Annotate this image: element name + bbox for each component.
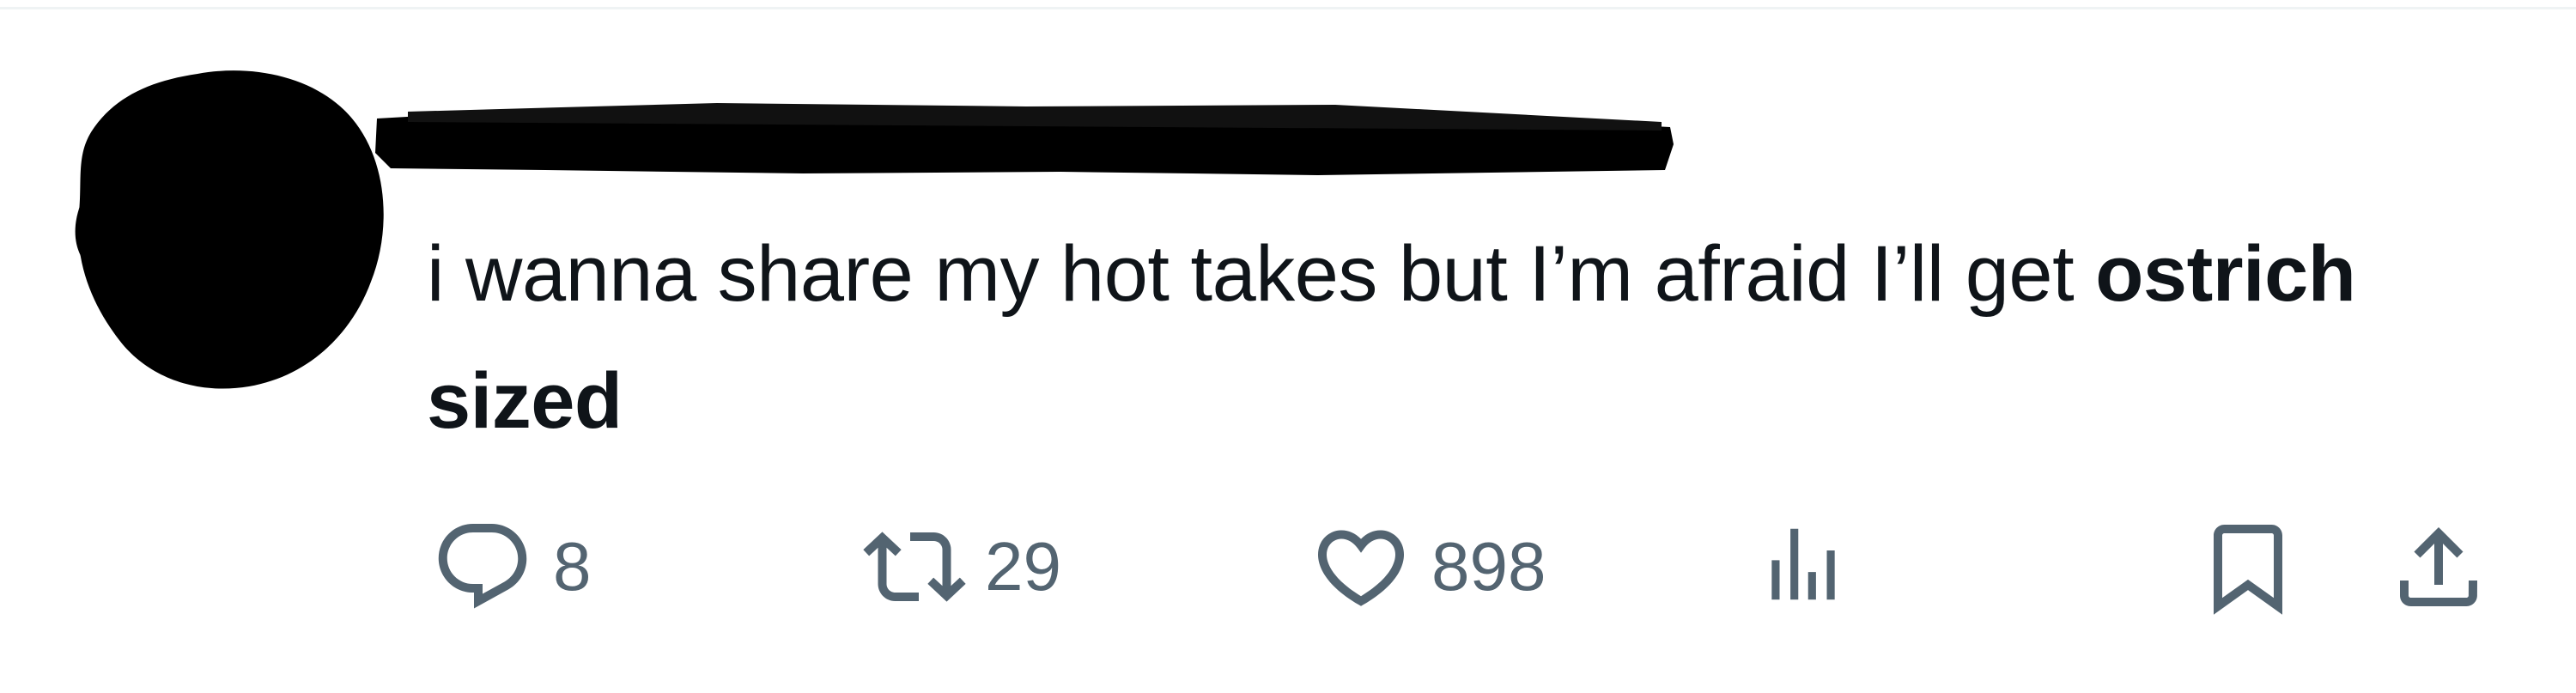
top-divider bbox=[0, 7, 2576, 9]
repost-button[interactable]: 29 bbox=[863, 515, 1061, 618]
views-button[interactable] bbox=[1756, 517, 1850, 611]
tweet-card: i wanna share my hot takes but I’m afrai… bbox=[0, 0, 2576, 693]
bookmark-button[interactable] bbox=[2196, 512, 2300, 623]
tweet-text-regular: i wanna share my hot takes but I’m afrai… bbox=[427, 230, 2096, 318]
reply-count: 8 bbox=[553, 528, 592, 605]
tweet-actions-bar: 8 29 898 bbox=[0, 507, 2576, 627]
heart-icon bbox=[1317, 530, 1405, 606]
repost-count: 29 bbox=[985, 528, 1061, 605]
avatar[interactable] bbox=[69, 67, 386, 393]
reply-button[interactable]: 8 bbox=[431, 515, 592, 618]
repost-arrows-icon bbox=[863, 532, 966, 602]
speech-bubble-icon bbox=[438, 524, 527, 609]
redacted-avatar-blob bbox=[75, 70, 384, 389]
like-button[interactable]: 898 bbox=[1309, 515, 1546, 618]
redacted-username bbox=[374, 93, 1679, 179]
bookmark-icon bbox=[2214, 525, 2282, 615]
tweet-text: i wanna share my hot takes but I’m afrai… bbox=[427, 210, 2402, 465]
share-button[interactable] bbox=[2387, 512, 2490, 623]
bar-chart-icon bbox=[1771, 528, 1835, 600]
like-count: 898 bbox=[1431, 528, 1546, 605]
share-upload-icon bbox=[2400, 526, 2477, 606]
